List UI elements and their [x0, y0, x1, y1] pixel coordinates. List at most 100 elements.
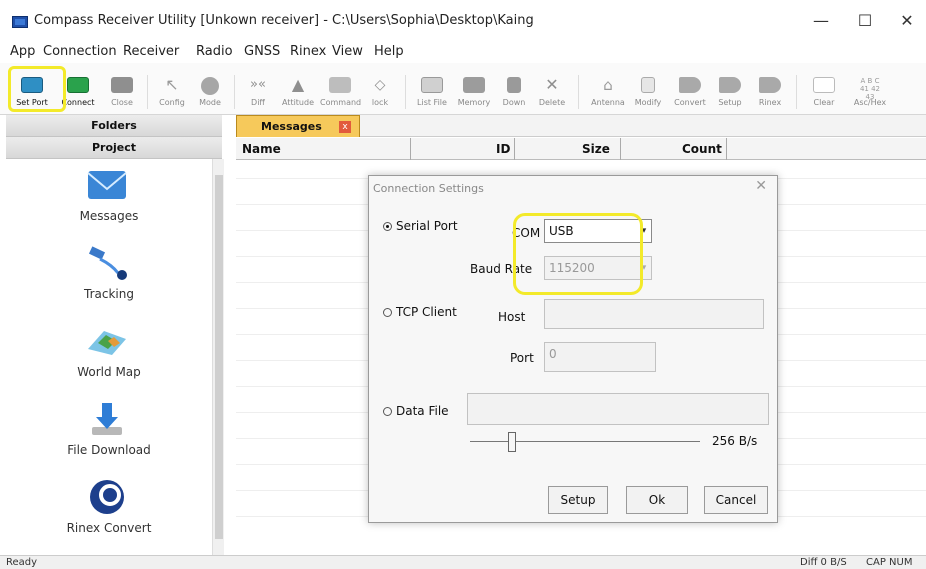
column-divider — [410, 138, 411, 160]
tab-messages[interactable]: Messages x — [236, 115, 360, 137]
tab-bar: Messages x — [236, 115, 926, 137]
column-divider — [514, 138, 515, 160]
column-name[interactable]: Name — [242, 142, 281, 156]
download-icon — [507, 77, 521, 93]
memory-icon — [463, 77, 485, 93]
nav-item-file-download[interactable]: File Download — [6, 393, 212, 471]
dialog-close-button[interactable]: ✕ — [755, 178, 767, 194]
data-file-radio[interactable]: Data File — [383, 404, 449, 418]
status-text: Ready — [6, 557, 38, 568]
connect-icon — [67, 77, 89, 93]
column-id[interactable]: ID — [496, 142, 510, 156]
left-panel-scrollbar[interactable] — [212, 159, 224, 555]
com-baud-highlight — [513, 213, 643, 295]
column-divider — [620, 138, 621, 160]
data-file-label: Data File — [396, 404, 449, 418]
rinex-setup-button[interactable]: Setup — [708, 73, 752, 113]
rinex-convert-button[interactable]: Convert — [668, 73, 712, 113]
rate-slider-track[interactable] — [470, 441, 700, 442]
port-label: Port — [510, 351, 534, 365]
menu-radio[interactable]: Radio — [196, 44, 233, 59]
minimize-button[interactable]: — — [798, 8, 844, 34]
lock-button[interactable]: ◇ lock — [360, 73, 400, 113]
rinex-convert-icon — [90, 480, 124, 514]
column-size[interactable]: Size — [582, 142, 610, 156]
menu-connection[interactable]: Connection — [43, 44, 117, 59]
toolbar: Set Port Connect Close ↖ Config Mode »« … — [0, 63, 926, 115]
list-file-button[interactable]: List File — [410, 73, 454, 113]
menu-view[interactable]: View — [332, 44, 363, 59]
command-icon — [329, 77, 351, 93]
menu-help[interactable]: Help — [374, 44, 404, 59]
column-divider — [726, 138, 727, 160]
ascii-hex-button[interactable]: A B C 41 42 43 Asc/Hex — [848, 73, 892, 113]
menu-rinex[interactable]: Rinex — [290, 44, 326, 59]
close-window-button[interactable]: ✕ — [884, 8, 926, 34]
setup-button[interactable]: Setup — [548, 486, 608, 514]
data-file-field[interactable] — [467, 393, 769, 425]
tcp-client-label: TCP Client — [396, 305, 457, 319]
tcp-client-radio[interactable]: TCP Client — [383, 305, 457, 319]
antenna-button[interactable]: ⌂ Antenna — [586, 73, 630, 113]
config-button[interactable]: ↖ Config — [152, 73, 192, 113]
scrollbar-thumb[interactable] — [215, 175, 223, 539]
table-header: Name ID Size Count — [236, 138, 926, 160]
set-port-highlight — [8, 66, 66, 112]
command-button[interactable]: Command — [320, 73, 361, 113]
nav-item-rinex-convert[interactable]: Rinex Convert — [6, 471, 212, 549]
antenna-icon: ⌂ — [603, 76, 613, 94]
rate-value: 256 B/s — [712, 434, 758, 448]
close-connection-button[interactable]: Close — [102, 73, 142, 113]
rinex-icon — [759, 77, 781, 93]
attitude-button[interactable]: ▲ Attitude — [278, 73, 318, 113]
folders-header[interactable]: Folders — [6, 115, 222, 137]
modify-icon — [641, 77, 655, 93]
project-header[interactable]: Project — [6, 137, 222, 159]
toolbar-separator — [234, 75, 235, 109]
host-field[interactable] — [544, 299, 764, 329]
project-nav: Messages Tracking World Map File Downloa… — [6, 159, 212, 555]
attitude-icon: ▲ — [291, 75, 305, 94]
nav-item-world-map[interactable]: World Map — [6, 315, 212, 393]
rinex-setup-icon — [719, 77, 741, 93]
nav-item-messages[interactable]: Messages — [6, 159, 212, 237]
clear-icon — [813, 77, 835, 93]
serial-port-label: Serial Port — [396, 219, 458, 233]
radio-selected-icon — [383, 222, 392, 231]
title-bar: Compass Receiver Utility [Unkown receive… — [0, 0, 926, 36]
tab-close-icon[interactable]: x — [339, 121, 351, 133]
rinex-button[interactable]: Rinex — [748, 73, 792, 113]
column-count[interactable]: Count — [682, 142, 722, 156]
mode-button[interactable]: Mode — [190, 73, 230, 113]
dialog-title: Connection Settings — [373, 182, 484, 195]
serial-port-radio[interactable]: Serial Port — [383, 219, 458, 233]
clear-button[interactable]: Clear — [804, 73, 844, 113]
cancel-button[interactable]: Cancel — [704, 486, 768, 514]
down-button[interactable]: Down — [494, 73, 534, 113]
menu-receiver[interactable]: Receiver — [123, 44, 179, 59]
radio-unselected-icon — [383, 407, 392, 416]
maximize-button[interactable]: ☐ — [842, 8, 888, 34]
ascii-hex-icon: A B C 41 42 43 — [859, 77, 881, 101]
menu-bar: App Connection Receiver Radio GNSS Rinex… — [0, 41, 926, 63]
diff-button[interactable]: »« Diff — [238, 73, 278, 113]
menu-gnss[interactable]: GNSS — [244, 44, 280, 59]
lock-icon: ◇ — [374, 77, 386, 93]
modify-button[interactable]: Modify — [628, 73, 668, 113]
radio-unselected-icon — [383, 308, 392, 317]
ok-button[interactable]: Ok — [626, 486, 688, 514]
envelope-icon — [87, 171, 127, 199]
rate-slider-thumb[interactable] — [508, 432, 516, 452]
list-file-icon — [421, 77, 443, 93]
status-bar: Ready Diff 0 B/S CAP NUM — [0, 555, 926, 569]
left-panel: Folders Project Messages Tracking World … — [6, 115, 224, 555]
memory-button[interactable]: Memory — [452, 73, 496, 113]
delete-button[interactable]: ✕ Delete — [532, 73, 572, 113]
satellite-tracking-icon — [88, 246, 127, 280]
file-download-icon — [92, 403, 122, 435]
menu-app[interactable]: App — [10, 44, 35, 59]
status-keys: CAP NUM — [866, 557, 913, 568]
port-field[interactable]: 0 — [544, 342, 656, 372]
nav-item-tracking[interactable]: Tracking — [6, 237, 212, 315]
rinex-convert-icon — [679, 77, 701, 93]
